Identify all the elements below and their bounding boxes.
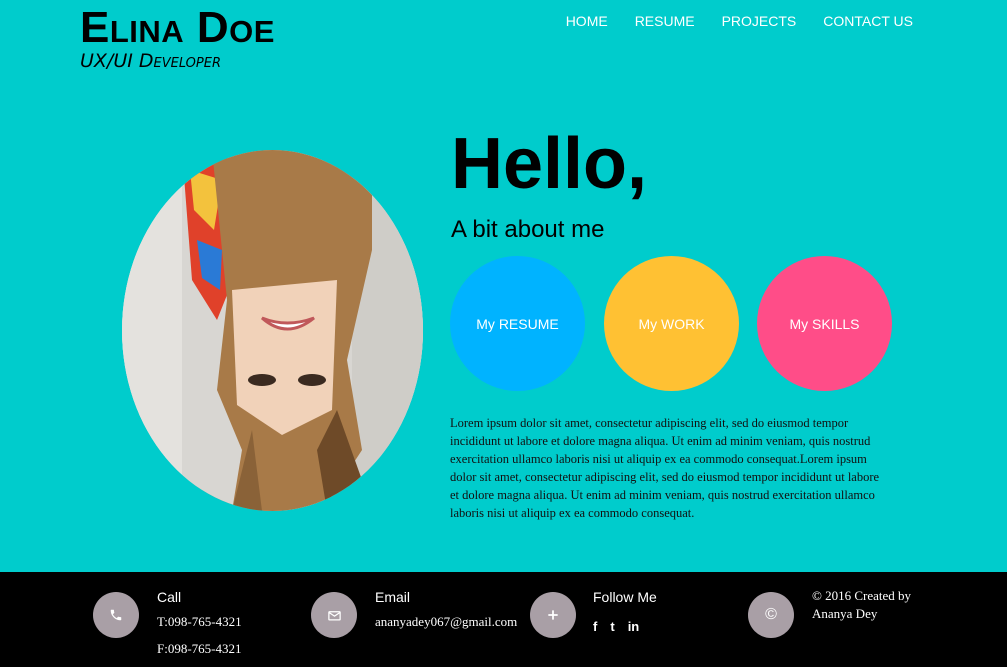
profile-photo	[122, 150, 423, 511]
nav-contact[interactable]: CONTACT US	[823, 13, 913, 29]
nav-resume[interactable]: RESUME	[635, 13, 695, 29]
copyright-line2: Ananya Dey	[812, 606, 878, 621]
linkedin-icon[interactable]: in	[628, 619, 640, 634]
follow-title: Follow Me	[593, 589, 657, 605]
skills-circle-button[interactable]: My SKILLS	[757, 256, 892, 391]
social-links: f t in	[593, 619, 639, 634]
brand-name: Elina Doe	[80, 3, 275, 52]
about-subtitle: A bit about me	[451, 216, 605, 243]
call-title: Call	[157, 589, 182, 605]
nav-home[interactable]: HOME	[566, 13, 608, 29]
email-title: Email	[375, 589, 411, 605]
phone-icon	[93, 592, 139, 638]
bio-paragraph: Lorem ipsum dolor sit amet, consectetur …	[450, 416, 880, 520]
copyright-line1: © 2016 Created by	[812, 588, 912, 603]
fax-number: F:098-765-4321	[157, 641, 242, 656]
email-address[interactable]: ananyadey067@gmail.com	[375, 614, 517, 630]
facebook-icon[interactable]: f	[593, 619, 597, 634]
twitter-icon[interactable]: t	[610, 619, 614, 634]
nav-projects[interactable]: PROJECTS	[722, 13, 797, 29]
copyright-icon: ©	[748, 592, 794, 638]
greeting-heading: Hello,	[451, 124, 648, 204]
footer: Call T:098-765-4321 F:098-765-4321 Email…	[0, 572, 1007, 667]
phone-number[interactable]: T:098-765-4321	[157, 614, 242, 630]
envelope-icon	[311, 592, 357, 638]
plus-icon	[530, 592, 576, 638]
work-circle-button[interactable]: My WORK	[604, 256, 739, 391]
main-nav: HOME RESUME PROJECTS CONTACT US	[566, 13, 913, 29]
resume-circle-button[interactable]: My RESUME	[450, 256, 585, 391]
brand: Elina Doe UX/UI Developer	[80, 2, 275, 72]
